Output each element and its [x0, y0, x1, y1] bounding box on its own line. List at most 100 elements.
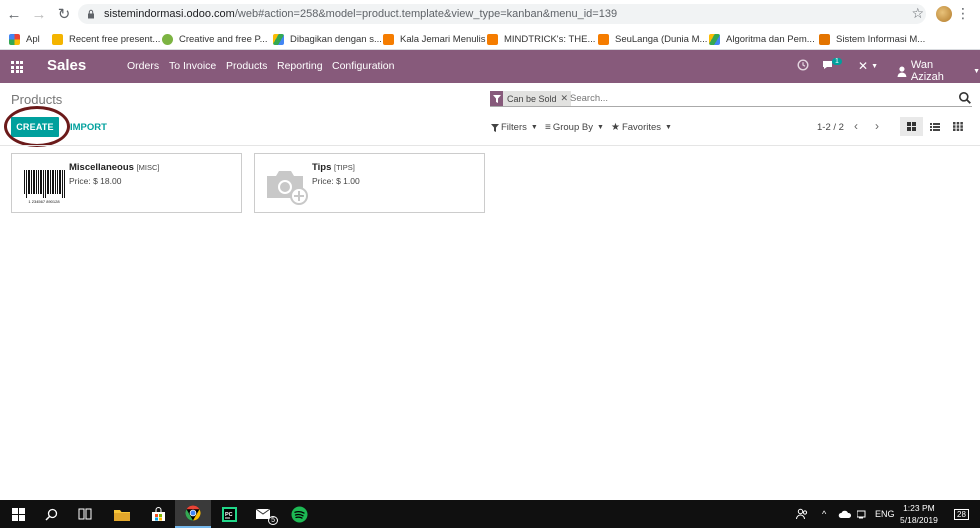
windows-taskbar: PC 5 ^ ENG 1:23 PM 5/18/2019 28 — [0, 500, 980, 528]
product-name-text: Tips — [312, 162, 332, 173]
barcode-number: 1 234567 890128 — [28, 199, 60, 204]
camera-placeholder-icon — [267, 171, 308, 205]
bookmark-item[interactable]: Dibagikan dengan s... — [273, 28, 382, 50]
bookmark-label: Recent free present... — [69, 33, 161, 45]
bookmark-item[interactable]: Creative and free P... — [162, 28, 268, 50]
notifications-icon[interactable]: 28 — [954, 500, 969, 528]
reload-icon[interactable]: ↻ — [53, 3, 75, 25]
windows-start-icon[interactable] — [0, 500, 36, 528]
bookmark-label: SeuLanga (Dunia M... — [615, 33, 708, 45]
search-input[interactable] — [570, 91, 950, 106]
pager-value[interactable]: 1-2 / 2 — [817, 122, 844, 133]
filter-funnel-icon — [490, 91, 503, 106]
user-menu[interactable]: Wan Azizah ▼ — [897, 59, 980, 83]
odoo-main-navbar: Sales Orders To Invoice Products Reporti… — [0, 50, 980, 83]
bookmark-label: Algoritma dan Pem... — [726, 33, 815, 45]
bookmark-item[interactable]: Sistem Informasi M... — [819, 28, 925, 50]
clock-time: 1:23 PM — [903, 503, 935, 513]
store-icon[interactable] — [140, 500, 176, 528]
bookmark-label: Creative and free P... — [179, 33, 268, 45]
message-count-badge: 1 — [832, 58, 842, 65]
menu-orders[interactable]: Orders — [127, 60, 159, 72]
groupby-dropdown[interactable]: ≡ Group By ▼ — [545, 122, 604, 133]
language-indicator[interactable]: ENG — [875, 500, 895, 528]
onedrive-icon[interactable] — [838, 500, 852, 528]
url-path: /web#action=258&model=product.template&v… — [234, 8, 618, 20]
product-name: Miscellaneous [MISC] — [69, 162, 160, 173]
star-icon: ★ — [611, 122, 620, 133]
filter-icon — [491, 123, 499, 132]
caret-down-icon: ▼ — [596, 124, 604, 131]
url-host: sistemindormasi.odoo.com — [104, 8, 235, 20]
address-bar[interactable]: sistemindormasi.odoo.com/web#action=258&… — [78, 4, 926, 24]
bookmark-star-icon[interactable]: ☆ — [911, 5, 924, 22]
bookmark-item[interactable]: Recent free present... — [52, 28, 160, 50]
search-icon[interactable] — [33, 500, 69, 528]
blogger-icon — [487, 33, 498, 45]
grid-view-icon[interactable] — [946, 117, 969, 136]
bookmark-label: Sistem Informasi M... — [836, 33, 926, 45]
kanban-view-icon[interactable] — [900, 117, 923, 136]
product-card[interactable]: Tips [TIPS] Price: $ 1.00 — [254, 153, 485, 213]
chevron-up-icon[interactable]: ^ — [822, 500, 826, 528]
bookmark-label: Dibagikan dengan s... — [290, 33, 382, 45]
task-view-icon[interactable] — [67, 500, 103, 528]
network-icon[interactable] — [857, 500, 869, 528]
barcode-image: 1 234567 890128 — [24, 170, 65, 204]
activity-clock-icon[interactable] — [797, 59, 809, 71]
user-icon — [897, 65, 907, 77]
groupby-label: Group By — [552, 122, 593, 133]
user-name: Wan Azizah — [910, 59, 944, 83]
spotify-icon[interactable] — [281, 500, 317, 528]
bookmarks-bar: Apl Recent free present... Creative and … — [0, 28, 980, 50]
back-icon[interactable]: ← — [3, 3, 25, 25]
bookmark-apps[interactable]: Apl — [9, 28, 40, 50]
lock-icon — [88, 9, 94, 19]
menu-to-invoice[interactable]: To Invoice — [169, 60, 216, 72]
menu-products[interactable]: Products — [226, 60, 267, 72]
filters-label: Filters — [501, 122, 527, 133]
bookmark-favicon — [819, 33, 830, 45]
bookmark-label: MINDTRICK's: THE... — [504, 33, 596, 45]
favorites-label: Favorites — [621, 122, 662, 133]
menu-configuration[interactable]: Configuration — [332, 60, 394, 72]
pycharm-icon[interactable]: PC — [211, 500, 247, 528]
apps-menu-icon[interactable] — [11, 61, 23, 73]
filters-dropdown[interactable]: Filters ▼ — [491, 122, 538, 133]
bookmark-item[interactable]: Algoritma dan Pem... — [709, 28, 815, 50]
people-icon[interactable] — [796, 500, 808, 528]
profile-avatar[interactable] — [936, 6, 952, 22]
menu-reporting[interactable]: Reporting — [277, 60, 323, 72]
pager-next-icon[interactable]: › — [875, 119, 879, 133]
bookmark-label: Kala Jemari Menulis — [400, 33, 486, 45]
browser-toolbar: ← → ↻ sistemindormasi.odoo.com/web#actio… — [0, 0, 980, 28]
search-facet[interactable]: Can be Sold ✕ — [490, 91, 572, 106]
blogger-icon — [383, 33, 394, 45]
forward-icon[interactable]: → — [28, 3, 50, 25]
mail-icon[interactable]: 5 — [246, 500, 282, 528]
blogger-icon — [598, 33, 609, 45]
app-title: Sales — [47, 57, 87, 74]
highlight-annotation — [4, 106, 70, 147]
browser-menu-icon[interactable]: ⋮ — [956, 5, 970, 22]
bookmark-item[interactable]: Kala Jemari Menulis — [383, 28, 486, 50]
product-name-text: Miscellaneous — [69, 162, 134, 173]
chrome-icon[interactable] — [175, 500, 211, 528]
product-price: Price: $ 1.00 — [312, 176, 360, 186]
list-view-icon[interactable] — [923, 117, 946, 136]
bookmark-item[interactable]: SeuLanga (Dunia M... — [598, 28, 707, 50]
product-card[interactable]: 1 234567 890128 Miscellaneous [MISC] Pri… — [11, 153, 242, 213]
pager-previous-icon[interactable]: ‹ — [854, 119, 858, 133]
file-explorer-icon[interactable] — [104, 500, 140, 528]
search-icon[interactable] — [958, 91, 972, 105]
messaging-icon[interactable]: 1 — [822, 58, 842, 71]
bookmark-favicon — [162, 33, 173, 45]
favorites-dropdown[interactable]: ★ Favorites ▼ — [611, 122, 672, 133]
import-button[interactable]: IMPORT — [70, 122, 107, 133]
system-clock[interactable]: 1:23 PM 5/18/2019 — [900, 502, 938, 526]
chevron-down-icon: ▼ — [973, 67, 980, 75]
product-code: [MISC] — [136, 163, 160, 172]
bookmark-item[interactable]: MINDTRICK's: THE... — [487, 28, 595, 50]
mail-badge: 5 — [268, 516, 278, 525]
debug-tools-icon[interactable]: ✕ ▼ — [858, 59, 878, 73]
